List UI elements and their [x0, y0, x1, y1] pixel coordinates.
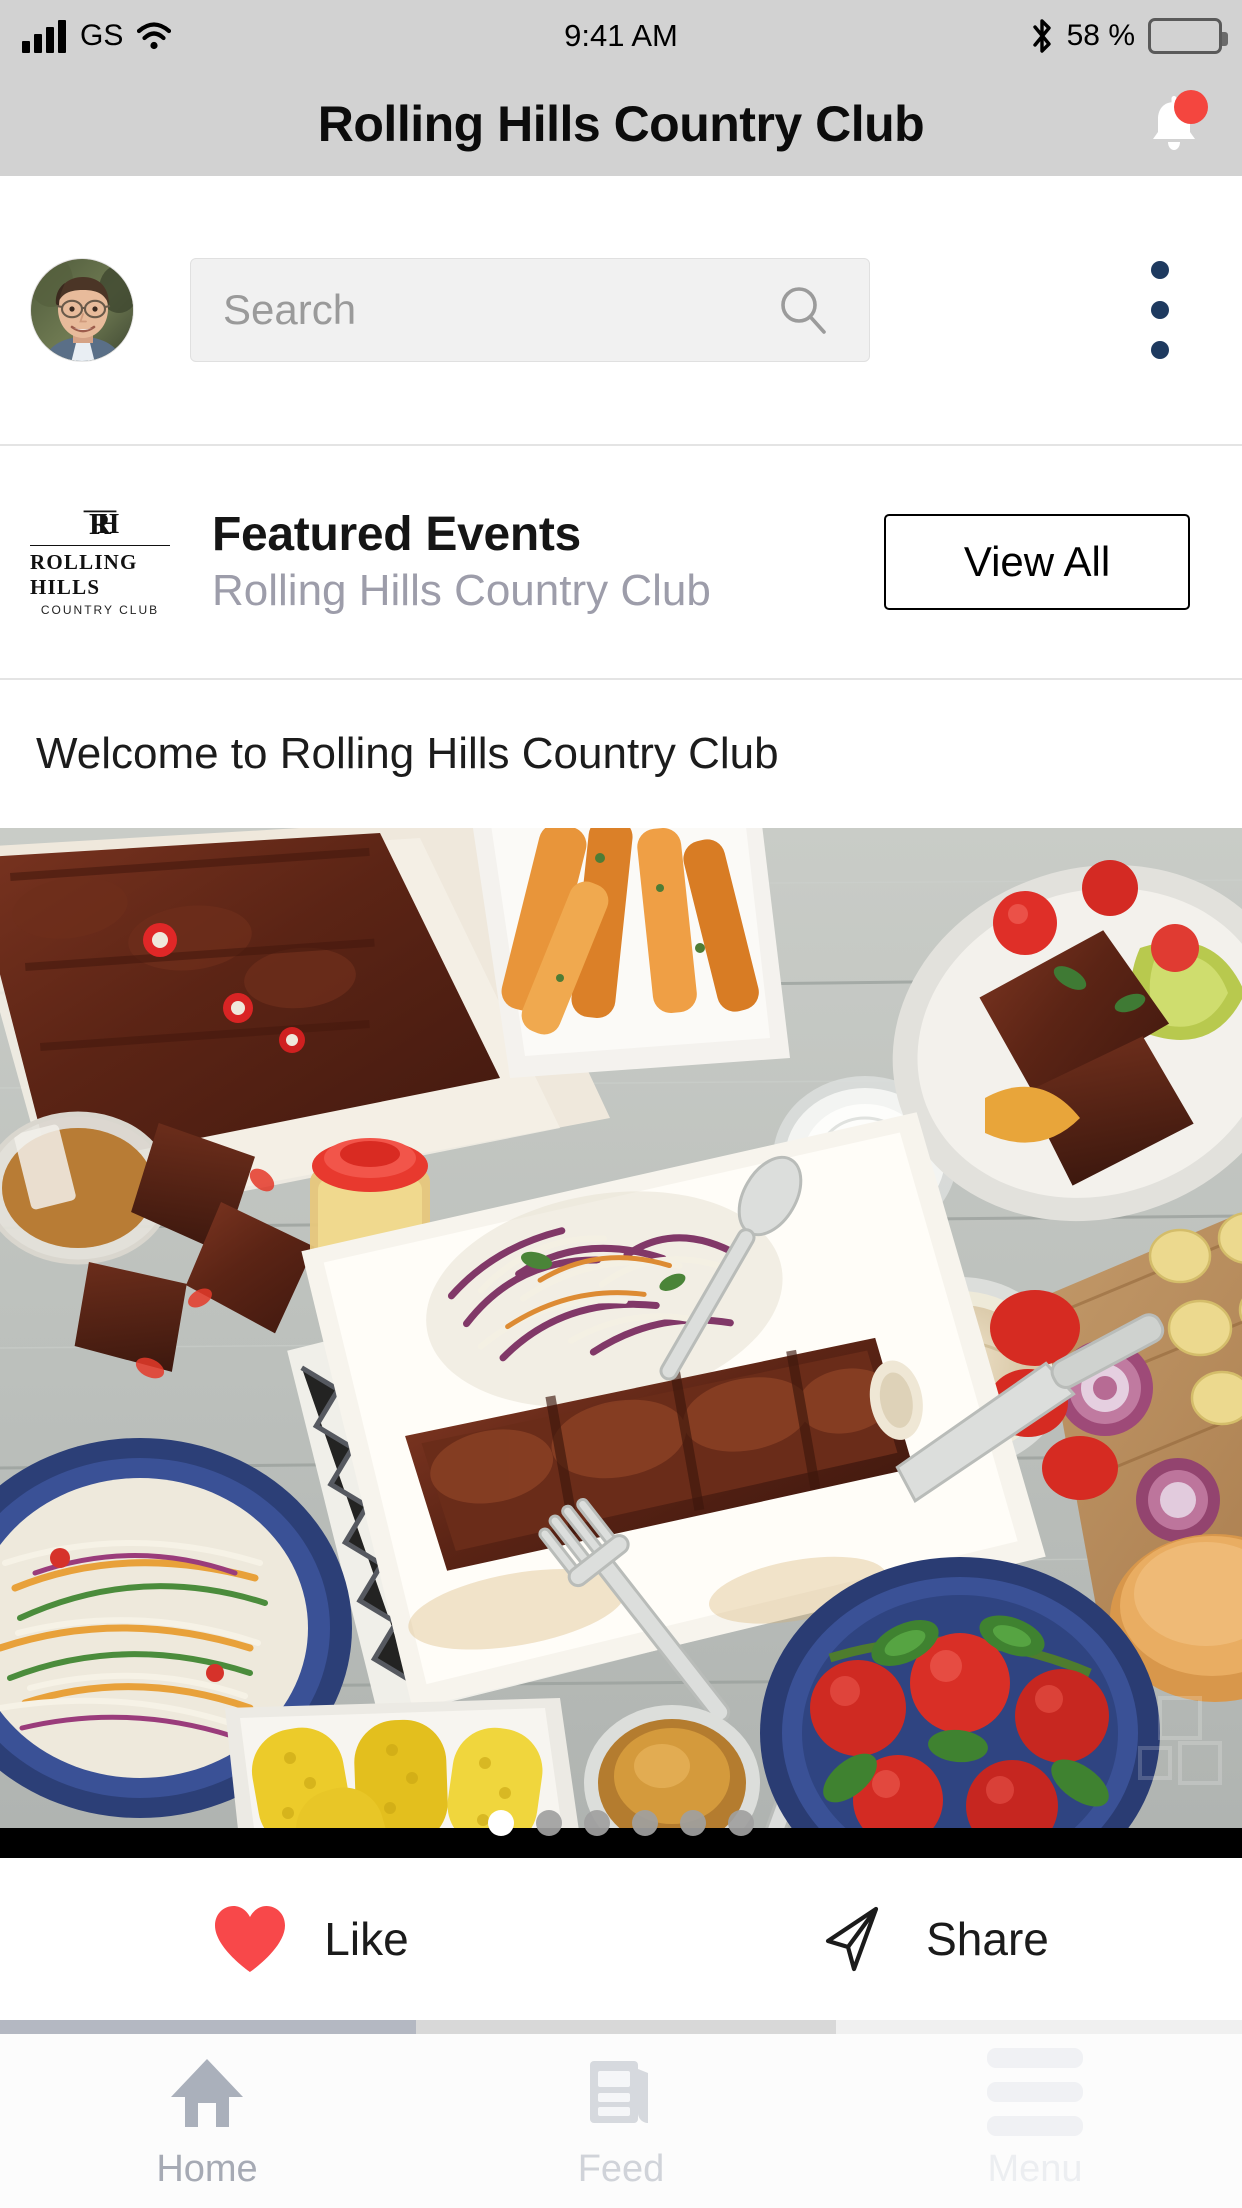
post-image[interactable]: [0, 828, 1242, 1858]
page-title: Rolling Hills Country Club: [317, 96, 925, 152]
hamburger-icon: [987, 2047, 1083, 2136]
newspaper-icon: [582, 2052, 660, 2132]
kebab-menu-icon[interactable]: [1140, 260, 1180, 360]
logo-club-sub: COUNTRY CLUB: [40, 603, 160, 617]
like-button[interactable]: Like: [0, 1904, 621, 1974]
featured-events-section: R H ROLLING HILLS COUNTRY CLUB Featured …: [0, 446, 1242, 678]
logo-club-name: ROLLING HILLS: [30, 545, 170, 600]
carousel-dot-3[interactable]: [584, 1810, 610, 1836]
club-logo: R H ROLLING HILLS COUNTRY CLUB: [30, 507, 170, 617]
tab-menu[interactable]: Menu: [828, 2034, 1242, 2208]
carousel-dot-5[interactable]: [680, 1810, 706, 1836]
avatar-image: [31, 259, 133, 361]
kebab-dot: [1151, 301, 1169, 319]
status-bar: GS 9:41 AM 58 %: [0, 0, 1242, 72]
battery-percent-label: 58 %: [1066, 19, 1135, 52]
tab-feed-label: Feed: [577, 2147, 665, 2190]
share-label: Share: [926, 1913, 1049, 1965]
kebab-dot: [1151, 341, 1169, 359]
home-icon: [167, 2052, 247, 2132]
notification-badge: [1174, 90, 1208, 124]
scroll-progress-indicator: [0, 2020, 1242, 2034]
tab-home-label: Home: [156, 2147, 258, 2190]
kebab-dot: [1151, 261, 1169, 279]
battery-icon: [1148, 18, 1228, 54]
search-placeholder: Search: [223, 286, 357, 333]
svg-text:H: H: [97, 509, 119, 540]
view-all-label: View All: [963, 538, 1111, 585]
featured-title: Featured Events: [212, 508, 581, 562]
carousel-dot-2[interactable]: [536, 1810, 562, 1836]
app-header: Rolling Hills Country Club: [0, 72, 1242, 176]
user-avatar[interactable]: [30, 258, 134, 362]
bluetooth-icon: [1030, 18, 1054, 54]
magnifier-icon[interactable]: [775, 282, 831, 338]
bottom-tab-bar: Home Feed Menu: [0, 2034, 1242, 2208]
tab-feed[interactable]: Feed: [414, 2034, 828, 2208]
post-caption-area: Welcome to Rolling Hills Country Club: [0, 680, 1242, 828]
carousel-pagination[interactable]: [0, 1810, 1242, 1836]
progress-segment: [0, 2020, 416, 2034]
barbecue-feast-photo: [0, 828, 1242, 1828]
share-button[interactable]: Share: [621, 1901, 1242, 1977]
notifications-button[interactable]: [1142, 90, 1208, 156]
search-row: Search: [0, 176, 1242, 444]
featured-heading-group: Featured Events Rolling Hills Country Cl…: [212, 508, 711, 616]
status-bar-right: 58 %: [1030, 0, 1228, 72]
tab-home[interactable]: Home: [0, 2034, 414, 2208]
post-actions: Like Share: [0, 1858, 1242, 2020]
clock-label: 9:41 AM: [564, 18, 678, 53]
view-all-button[interactable]: View All: [884, 514, 1190, 610]
carousel-dot-6[interactable]: [728, 1810, 754, 1836]
app-screen: GS 9:41 AM 58 % Rolling Hills Country Cl…: [0, 0, 1242, 2208]
post-caption: Welcome to Rolling Hills Country Club: [36, 729, 779, 778]
send-icon: [826, 1906, 879, 1972]
like-label: Like: [324, 1913, 409, 1965]
featured-subtitle: Rolling Hills Country Club: [212, 565, 711, 615]
progress-segment: [836, 2020, 1242, 2034]
progress-segment: [416, 2020, 836, 2034]
rh-monogram-icon: R H: [83, 507, 119, 541]
carousel-dot-1[interactable]: [488, 1810, 514, 1836]
carousel-dot-4[interactable]: [632, 1810, 658, 1836]
tab-menu-label: Menu: [987, 2147, 1083, 2190]
search-input[interactable]: Search: [190, 258, 870, 362]
heart-icon: [215, 1906, 286, 1972]
